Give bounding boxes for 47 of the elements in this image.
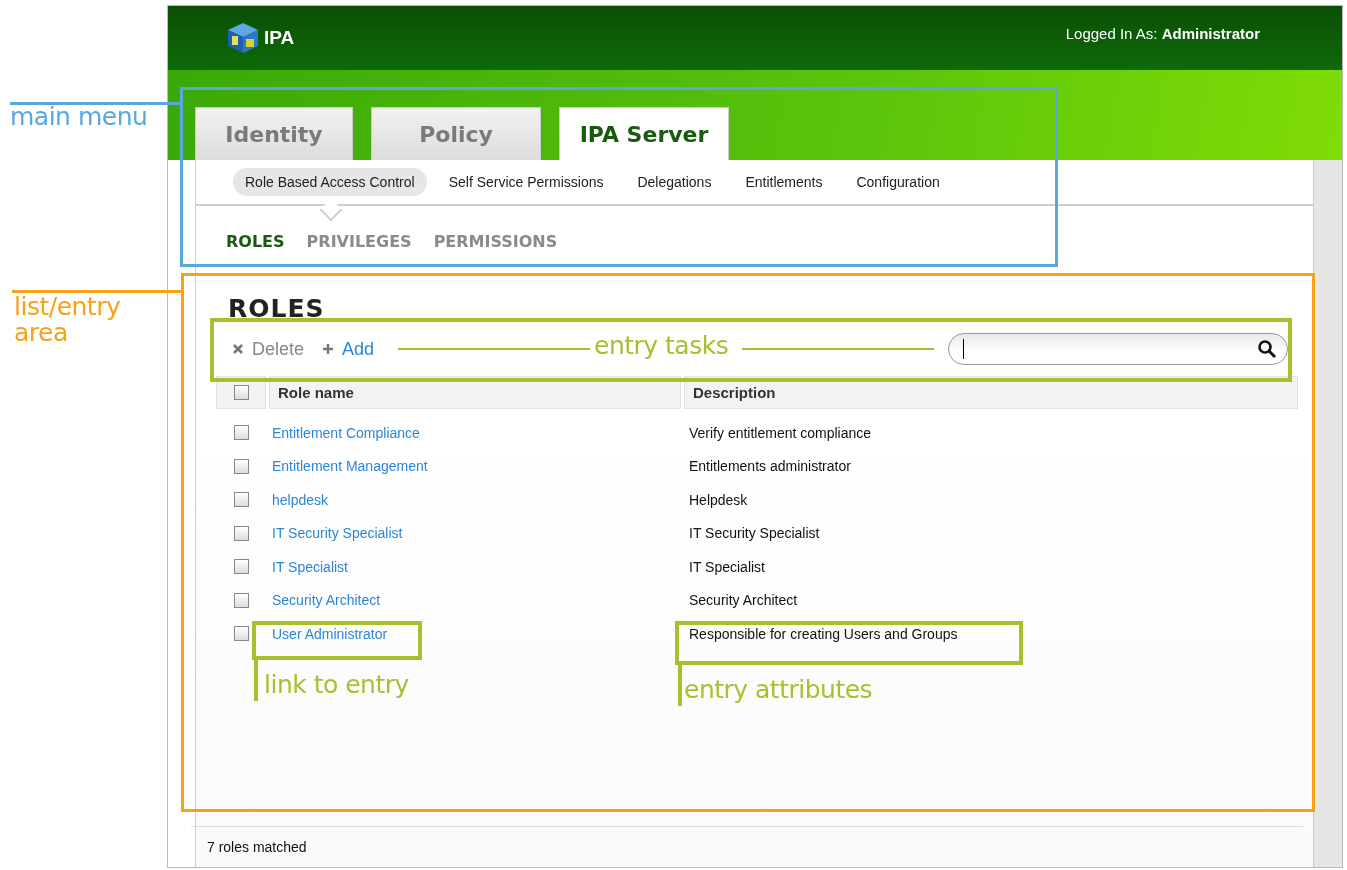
sub-tab[interactable]: Self Service Permissions xyxy=(436,168,616,196)
search-field[interactable] xyxy=(948,333,1288,365)
annotation-label: entry tasks xyxy=(594,333,730,359)
page-title: ROLES xyxy=(228,294,326,322)
sub-tab[interactable]: Configuration xyxy=(844,168,952,196)
select-all-checkbox[interactable] xyxy=(233,385,249,400)
role-link[interactable]: helpdesk xyxy=(272,491,329,508)
role-link[interactable]: User Administrator xyxy=(272,625,388,642)
row-checkbox[interactable] xyxy=(233,492,249,508)
main-tab[interactable]: Policy xyxy=(371,107,541,160)
role-link[interactable]: IT Security Specialist xyxy=(272,525,403,542)
section-tab[interactable]: ROLES xyxy=(226,228,285,255)
description-text: IT Security Specialist xyxy=(689,525,820,542)
role-link[interactable]: IT Specialist xyxy=(272,558,348,575)
main-tab[interactable]: IPA Server xyxy=(559,107,729,160)
close-icon xyxy=(232,343,244,355)
row-checkbox[interactable] xyxy=(233,425,249,441)
sub-tab[interactable]: Entitlements xyxy=(733,168,835,196)
description-text: IT Specialist xyxy=(689,558,765,575)
annotation-label: link to entry xyxy=(264,672,410,698)
row-checkbox[interactable] xyxy=(233,559,249,575)
annotation-label: entry attributes xyxy=(684,677,874,703)
add-button[interactable]: Add xyxy=(322,338,375,360)
role-link[interactable]: Entitlement Compliance xyxy=(272,424,420,441)
section-tab[interactable]: PERMISSIONS xyxy=(433,228,558,255)
role-link[interactable]: Security Architect xyxy=(272,592,381,609)
main-tab[interactable]: Identity xyxy=(195,107,353,160)
logged-in-text: Logged In As: Administrator xyxy=(1065,24,1260,42)
role-link[interactable]: Entitlement Management xyxy=(272,458,428,475)
annotation-label: list/entry area xyxy=(14,294,122,346)
description-text: Entitlements administrator xyxy=(689,458,851,475)
row-checkbox[interactable] xyxy=(233,525,249,541)
plus-icon xyxy=(322,343,335,355)
annotation-label: main menu xyxy=(10,104,149,130)
sub-tab[interactable]: Delegations xyxy=(625,168,724,196)
description-text: Security Architect xyxy=(689,592,798,609)
row-checkbox[interactable] xyxy=(233,626,249,642)
description-text: Verify entitlement compliance xyxy=(689,424,872,441)
app-logo-text: IPA xyxy=(264,27,295,49)
status-text: 7 roles matched xyxy=(207,839,307,855)
description-text: Responsible for creating Users and Groups xyxy=(689,625,958,642)
cube-icon xyxy=(226,21,260,55)
row-checkbox[interactable] xyxy=(233,592,249,608)
section-tab[interactable]: PRIVILEGES xyxy=(306,228,412,255)
search-icon xyxy=(1257,339,1277,359)
row-checkbox[interactable] xyxy=(233,458,249,474)
description-text: Helpdesk xyxy=(689,491,748,508)
